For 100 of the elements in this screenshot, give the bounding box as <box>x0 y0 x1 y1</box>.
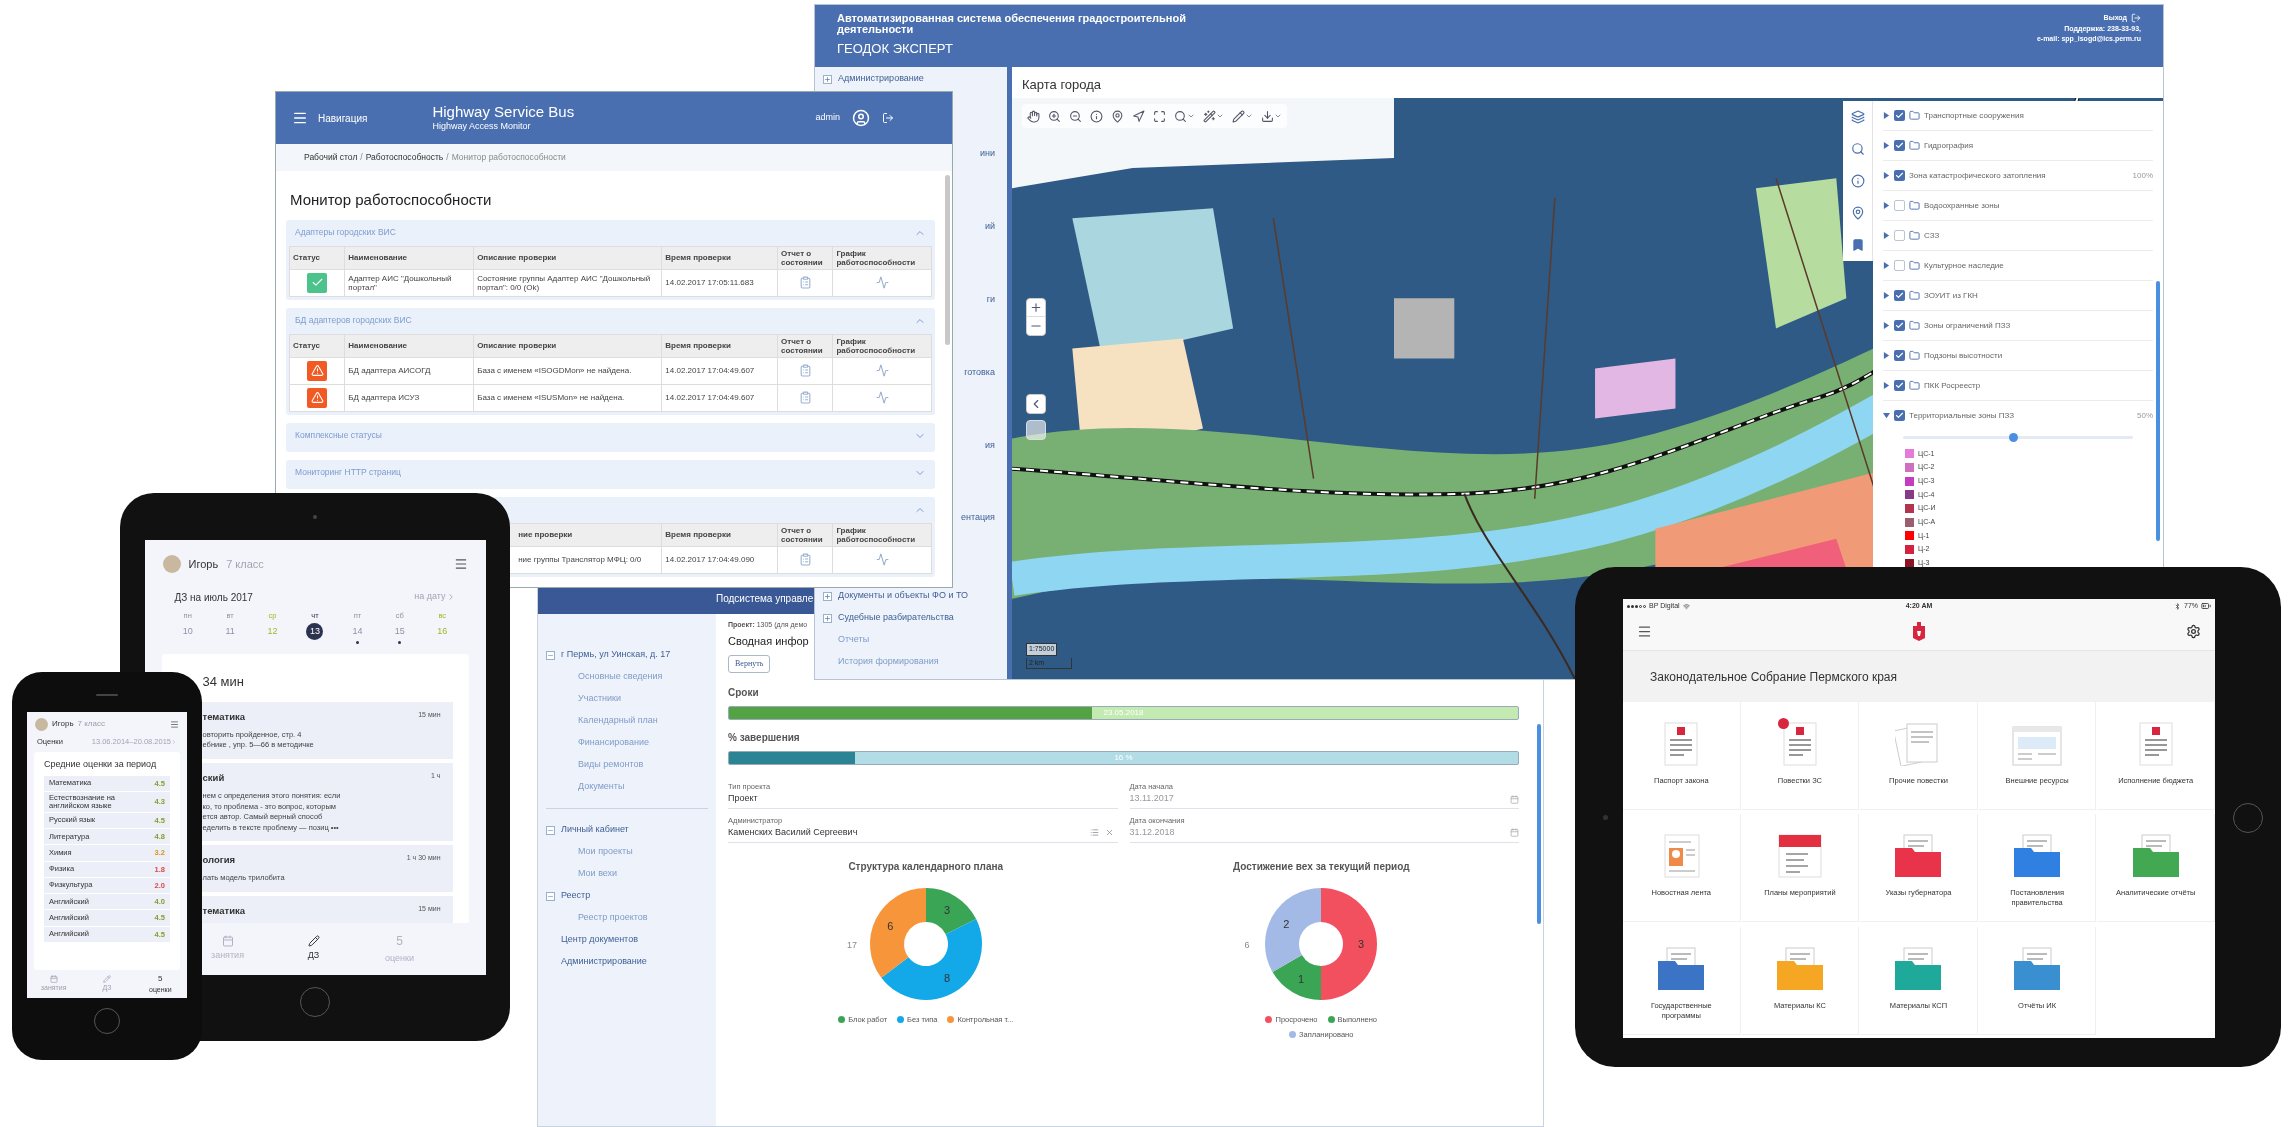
column-header: Время проверки <box>661 246 778 269</box>
breadcrumb-separator: / <box>360 151 363 164</box>
expand-icon[interactable] <box>823 74 832 84</box>
settings-icon[interactable] <box>2186 624 2201 639</box>
column-header: Статус <box>289 334 345 357</box>
layer-checkbox[interactable] <box>1894 350 1905 361</box>
caret-icon[interactable] <box>1883 142 1890 149</box>
fullscreen-icon <box>1153 109 1166 123</box>
menu-item[interactable]: ентация <box>960 511 995 525</box>
document-icon <box>2138 722 2173 766</box>
layer-checkbox[interactable] <box>1894 410 1905 421</box>
folder-icon <box>2013 946 2062 991</box>
caret-icon[interactable] <box>1883 202 1890 209</box>
table-cell: БД адаптера АИСОГД <box>344 357 474 384</box>
caret-icon[interactable] <box>1883 262 1890 269</box>
layers-icon[interactable] <box>1850 110 1865 124</box>
tree-item[interactable]: Личный кабинет <box>561 823 629 837</box>
search-icon[interactable] <box>1850 142 1865 156</box>
caret-icon[interactable] <box>1883 382 1890 389</box>
menu-item[interactable]: ий <box>984 219 995 234</box>
subject-name: тематика <box>202 903 246 918</box>
slider-thumb[interactable] <box>2009 433 2019 442</box>
info-icon[interactable] <box>1850 174 1865 188</box>
slice-label: 3 <box>943 903 950 916</box>
menu-item[interactable]: ини <box>979 147 995 161</box>
caret-icon[interactable] <box>1883 172 1890 179</box>
clear-icon[interactable] <box>1104 828 1114 838</box>
tree-item[interactable]: г Пермь, ул Уинская, д. 17 <box>561 648 671 662</box>
column-header: График работоспособности <box>832 523 932 546</box>
breadcrumb-link[interactable]: Работоспособность <box>365 151 444 164</box>
tree-item[interactable]: Центр документов <box>561 933 638 947</box>
caret-icon[interactable] <box>1883 112 1890 119</box>
column-header: Отчет о состоянии <box>777 246 833 269</box>
layer-checkbox[interactable] <box>1894 260 1905 271</box>
progress-reading: 16 % <box>1113 752 1134 764</box>
layer-checkbox[interactable] <box>1894 140 1905 151</box>
field-value: Проект <box>728 792 758 806</box>
menu-item[interactable]: Судебные разбирательства <box>838 611 954 625</box>
calendar-icon <box>1777 834 1822 879</box>
expand-icon[interactable] <box>823 591 832 601</box>
wand-icon <box>1203 109 1216 123</box>
pin-icon[interactable] <box>1850 206 1865 220</box>
card-title: Средние оценки за период <box>44 758 158 771</box>
return-button[interactable]: Вернуть <box>728 655 771 673</box>
pencil-icon <box>103 974 111 983</box>
menu-icon[interactable] <box>1637 624 1652 639</box>
menu-item[interactable]: ги <box>986 292 995 307</box>
table-cell: 14.02.2017 17:05:11.683 <box>661 269 778 296</box>
layer-checkbox[interactable] <box>1894 200 1905 211</box>
pin-icon <box>1111 109 1124 123</box>
warning-icon <box>307 387 328 408</box>
logout-icon[interactable] <box>882 112 894 124</box>
total-time: 34 мин <box>201 673 245 691</box>
caret-icon[interactable] <box>1883 352 1890 359</box>
menu-icon[interactable] <box>170 719 179 729</box>
tree-item[interactable]: Реестр <box>561 889 591 903</box>
back-button[interactable] <box>1026 394 1046 414</box>
pencil-icon <box>307 935 320 948</box>
menu-icon[interactable] <box>453 557 468 571</box>
warning-icon <box>307 360 328 381</box>
table-cell: База с именем «ISOGDMon» не найдена. <box>473 357 662 384</box>
layer-checkbox[interactable] <box>1894 110 1905 121</box>
subject-name: тематика <box>202 709 246 724</box>
layer-checkbox[interactable] <box>1894 290 1905 301</box>
menu-item[interactable]: готовка <box>964 365 995 380</box>
layer-name: Подзоны высотности <box>1924 349 2003 362</box>
caret-icon[interactable] <box>1883 232 1890 239</box>
slice-label: 1 <box>1298 972 1305 985</box>
menu-item[interactable]: Документы и объекты ФО и ТО <box>838 589 968 603</box>
breadcrumb-link[interactable]: Монитор работоспособности <box>451 151 566 164</box>
menu-item[interactable]: Администрирование <box>838 72 924 86</box>
calendar-icon <box>49 974 58 983</box>
layer-checkbox[interactable] <box>1894 320 1905 331</box>
list-icon[interactable] <box>1089 828 1099 838</box>
page-title: Законодательное Собрание Пермского края <box>1650 668 1898 686</box>
tab[interactable]: ДЗ <box>290 923 337 975</box>
product-name: ГЕОДОК ЭКСПЕРТ <box>837 40 954 58</box>
nav-label[interactable]: Навигация <box>318 110 368 126</box>
pointer-icon <box>1132 109 1145 123</box>
page-title: Сводная инфор <box>728 633 809 649</box>
table-cell: 14.02.2017 17:04:49.607 <box>661 357 778 384</box>
menu-icon[interactable] <box>292 110 308 126</box>
breadcrumb-link[interactable]: Рабочий стол <box>304 151 358 164</box>
camera-icon <box>313 515 317 519</box>
user-icon[interactable] <box>852 109 870 127</box>
expand-icon[interactable] <box>823 613 832 623</box>
bookmark-icon[interactable] <box>1850 238 1865 252</box>
caret-icon[interactable] <box>1883 322 1890 329</box>
tree-item[interactable]: Администрирование <box>561 955 647 969</box>
student-name: Игорь <box>188 556 219 572</box>
calendar-day[interactable]: 13 <box>306 623 324 641</box>
menu-item[interactable]: ия <box>985 438 995 453</box>
layer-checkbox[interactable] <box>1894 230 1905 241</box>
layer-checkbox[interactable] <box>1894 170 1905 181</box>
column-header: Описание проверки <box>473 334 662 357</box>
caret-icon[interactable] <box>1883 412 1890 419</box>
slice-label: 6 <box>886 919 893 932</box>
logout-icon[interactable] <box>2131 13 2141 24</box>
caret-icon[interactable] <box>1883 292 1890 299</box>
layer-checkbox[interactable] <box>1894 380 1905 391</box>
